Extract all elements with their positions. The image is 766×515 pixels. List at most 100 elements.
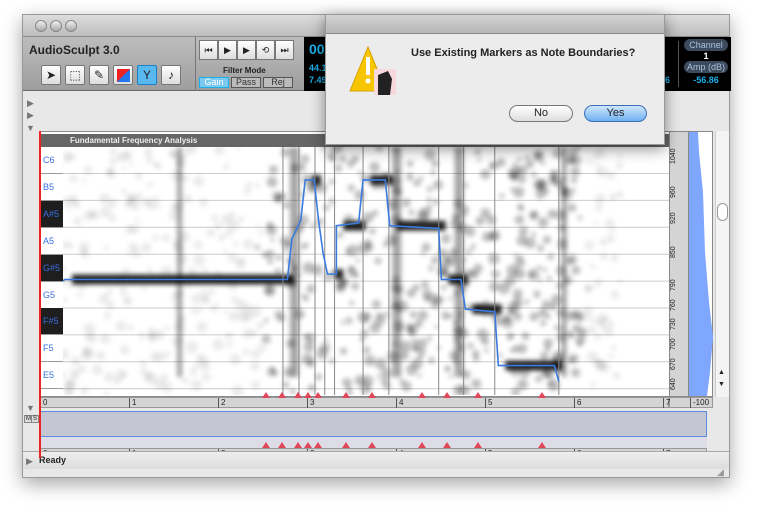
energy-blob: [610, 194, 617, 201]
energy-blob: [376, 374, 382, 379]
close-button[interactable]: [35, 20, 47, 32]
energy-blob: [129, 200, 140, 211]
tool-button[interactable]: ⬚: [65, 65, 85, 85]
marker[interactable]: [313, 442, 322, 448]
time-ruler[interactable]: 0 1 2 3 4 5 6 7: [39, 397, 670, 408]
marker[interactable]: [313, 392, 322, 398]
marker[interactable]: [442, 442, 451, 448]
marker[interactable]: [277, 392, 286, 398]
energy-blob: [196, 321, 208, 333]
tool-button[interactable]: ♪: [161, 65, 181, 85]
energy-blob: [185, 341, 198, 354]
filter-mode-rej[interactable]: Rej: [263, 77, 293, 88]
marker[interactable]: [303, 392, 312, 398]
energy-blob: [140, 368, 148, 376]
duration: 7.49: [309, 75, 327, 85]
pitch-key-F5[interactable]: F5: [41, 335, 63, 363]
marker[interactable]: [303, 442, 312, 448]
pitch-key-E5[interactable]: E5: [41, 362, 63, 390]
energy-blob: [357, 169, 362, 175]
marker[interactable]: [537, 392, 546, 398]
pitch-key-A#5[interactable]: A#5: [41, 200, 63, 228]
energy-blob: [263, 284, 276, 297]
no-button[interactable]: No: [509, 105, 573, 122]
pitch-key-C6[interactable]: C6: [41, 147, 63, 174]
energy-blob: [191, 306, 199, 315]
time-tick: 1: [129, 398, 136, 408]
energy-blob: [382, 241, 389, 248]
transient-energy: [392, 147, 402, 377]
energy-blob: [586, 158, 593, 165]
amp-ruler: -100: [669, 397, 713, 408]
energy-blob: [529, 311, 539, 322]
energy-blob: [567, 203, 577, 212]
marker[interactable]: [261, 392, 270, 398]
marker[interactable]: [442, 392, 451, 398]
marker[interactable]: [473, 392, 482, 398]
filter-mode-gain[interactable]: Gain: [199, 77, 229, 88]
scroll-up-icon[interactable]: ▲: [718, 369, 725, 376]
zoom-button[interactable]: [65, 20, 77, 32]
vertical-scrollbar[interactable]: ▲ ▼: [715, 131, 729, 397]
marker[interactable]: [277, 442, 286, 448]
marker[interactable]: [342, 442, 351, 448]
marker[interactable]: [342, 392, 351, 398]
marker[interactable]: [293, 392, 302, 398]
tool-button[interactable]: ✎: [89, 65, 109, 85]
pitch-key-F#5[interactable]: F#5: [41, 308, 63, 336]
energy-blob: [537, 244, 544, 252]
energy-blob: [525, 159, 535, 169]
scroll-down-icon[interactable]: ▼: [718, 381, 725, 388]
energy-blob: [380, 377, 390, 387]
yes-button[interactable]: Yes: [584, 105, 647, 122]
marker[interactable]: [417, 392, 426, 398]
spectrogram[interactable]: [63, 147, 670, 395]
channel-value: 1: [703, 51, 709, 61]
collapse-triangle-icon[interactable]: ▼: [26, 403, 35, 413]
expand-triangle-icon[interactable]: ▶: [27, 98, 34, 109]
marker[interactable]: [367, 442, 376, 448]
scrollbar-thumb[interactable]: [717, 203, 728, 221]
pitch-key-A5[interactable]: A5: [41, 228, 63, 255]
transport-button[interactable]: ⏮: [199, 40, 218, 60]
marker[interactable]: [417, 442, 426, 448]
waveform-overview[interactable]: [39, 411, 707, 437]
filter-mode-pass[interactable]: Pass: [231, 77, 261, 88]
marker[interactable]: [473, 442, 482, 448]
tool-button[interactable]: [113, 65, 133, 85]
marker[interactable]: [367, 392, 376, 398]
energy-blob: [118, 150, 130, 162]
energy-blob: [383, 311, 390, 318]
energy-blob: [125, 250, 131, 255]
energy-blob: [512, 345, 520, 353]
transport-button[interactable]: ▶: [237, 40, 256, 60]
energy-blob: [424, 149, 436, 161]
resize-grip-icon[interactable]: ◢: [717, 467, 724, 478]
marker[interactable]: [537, 442, 546, 448]
energy-blob: [428, 265, 434, 272]
solo-button[interactable]: S: [31, 415, 40, 423]
energy-blob: [242, 238, 254, 250]
energy-blob: [608, 353, 614, 360]
expand-triangle-icon[interactable]: ▶: [26, 456, 33, 467]
minimize-button[interactable]: [50, 20, 62, 32]
transport-button[interactable]: ⟲: [256, 40, 275, 60]
collapse-triangle-icon[interactable]: ▼: [26, 123, 35, 133]
marker[interactable]: [261, 442, 270, 448]
energy-blob: [147, 182, 153, 188]
expand-triangle-icon[interactable]: ▶: [27, 110, 34, 121]
pitch-key-G#5[interactable]: G#5: [41, 254, 63, 282]
pitch-key-B5[interactable]: B5: [41, 174, 63, 201]
energy-blob: [615, 162, 624, 170]
transport-button[interactable]: ⏭: [275, 40, 294, 60]
energy-blob: [406, 323, 412, 329]
energy-blob: [547, 209, 558, 219]
tool-button[interactable]: Y: [137, 65, 157, 85]
marker[interactable]: [293, 442, 302, 448]
energy-blob: [587, 325, 597, 334]
playhead[interactable]: [39, 131, 41, 458]
energy-blob: [521, 331, 530, 341]
transport-button[interactable]: ▶: [218, 40, 237, 60]
tool-button[interactable]: ➤: [41, 65, 61, 85]
pitch-key-G5[interactable]: G5: [41, 282, 63, 309]
